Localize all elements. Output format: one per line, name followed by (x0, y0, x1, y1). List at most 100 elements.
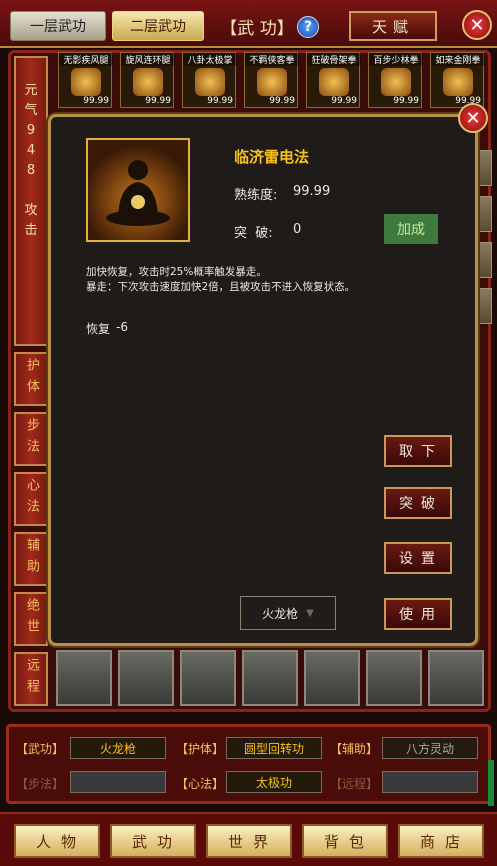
equip-slot-defense[interactable]: 圆型回转功 (226, 737, 322, 759)
empty-skill-slot[interactable] (118, 650, 174, 706)
skill-description: 加快恢复，攻击时25%概率触发暴走。 暴走：下次攻击速度加快2倍，且被攻击不进入… (86, 265, 466, 295)
tab-first-layer[interactable]: 一层武功 (10, 11, 106, 41)
empty-skill-slot[interactable] (242, 650, 298, 706)
meditating-figure-icon (86, 138, 190, 242)
skill-name: 无影疾风腿 (59, 53, 113, 66)
equip-slot-mind[interactable]: 太极功 (226, 771, 322, 793)
fist-icon (257, 68, 287, 96)
equip-slot-assist[interactable]: 八方灵动 (382, 737, 478, 759)
tab-second-layer[interactable]: 二层武功 (112, 11, 204, 41)
skill-value: 99.99 (83, 96, 109, 106)
nav-world[interactable]: 世界 (206, 824, 292, 858)
skill-slot[interactable]: 无影疾风腿 99.99 (58, 52, 113, 108)
sidebar-item-label: 心法 (24, 478, 39, 520)
skill-slot[interactable]: 如来金刚拳 99.99 (430, 52, 485, 108)
effect-label: 恢复 (86, 322, 111, 336)
weapon-select[interactable]: 火龙枪 ▼ (240, 596, 336, 630)
breakthrough-label: 突 破: (234, 226, 273, 241)
equip-slot-label: 【武功】 (16, 742, 65, 756)
empty-skill-slot[interactable] (56, 650, 112, 706)
status-indicator (488, 760, 494, 806)
sidebar-item-assist[interactable]: 辅助 (14, 532, 48, 586)
bonus-button[interactable]: 加成 (384, 214, 438, 244)
sidebar-item-label: 绝世 (24, 598, 39, 640)
weapon-select-value: 火龙枪 (262, 606, 299, 621)
breakthrough-button[interactable]: 突破 (384, 487, 452, 519)
sidebar-char: 气 (24, 103, 38, 118)
skill-name: 如来金刚拳 (431, 53, 485, 66)
skill-name: 八卦太极掌 (183, 53, 237, 66)
equip-slot-footwork[interactable] (70, 771, 166, 793)
settings-button[interactable]: 设置 (384, 542, 452, 574)
sidebar-char: 8 (26, 163, 36, 178)
sidebar-item-attack[interactable]: 元 气 9 4 8 攻 击 (14, 56, 48, 346)
use-button[interactable]: 使用 (384, 598, 452, 630)
skill-name: 旋风连环腿 (121, 53, 175, 66)
hidden-list-edge (478, 242, 492, 278)
skill-name: 百步少林拳 (369, 53, 423, 66)
hidden-list-edge (478, 196, 492, 232)
fist-icon (71, 68, 101, 96)
skill-slot[interactable]: 旋风连环腿 99.99 (120, 52, 175, 108)
hidden-list-edge (478, 288, 492, 324)
page-title: 【武 功】 (220, 18, 294, 39)
skill-value: 99.99 (207, 96, 233, 106)
sidebar-item-label: 护体 (24, 358, 39, 400)
equip-slot-label: 【远程】 (330, 777, 379, 791)
fist-icon (319, 68, 349, 96)
sidebar-item-ranged[interactable]: 远程 (14, 652, 48, 706)
effect-value: -6 (116, 320, 128, 334)
unequip-button[interactable]: 取下 (384, 435, 452, 467)
description-line: 加快恢复，攻击时25%概率触发暴走。 (86, 266, 267, 278)
skill-slot[interactable]: 不羁侠客拳 99.99 (244, 52, 299, 108)
sidebar-item-ultimate[interactable]: 绝世 (14, 592, 48, 646)
skill-value: 99.99 (393, 96, 419, 106)
empty-skill-slot[interactable] (180, 650, 236, 706)
equip-slot-label: 【护体】 (176, 742, 225, 756)
equip-slot-label: 【心法】 (176, 777, 225, 791)
sidebar-char: 攻 (24, 203, 38, 218)
equip-slot-label: 【步法】 (16, 777, 65, 791)
nav-shop[interactable]: 商店 (398, 824, 484, 858)
sidebar-item-mind[interactable]: 心法 (14, 472, 48, 526)
nav-backpack[interactable]: 背包 (302, 824, 388, 858)
equip-slot-attack[interactable]: 火龙枪 (70, 737, 166, 759)
fist-icon (195, 68, 225, 96)
hidden-list-edge (478, 150, 492, 186)
fist-icon (133, 68, 163, 96)
skill-slot[interactable]: 八卦太极掌 99.99 (182, 52, 237, 108)
skill-name: 不羁侠客拳 (245, 53, 299, 66)
skill-value: 99.99 (269, 96, 295, 106)
empty-skill-slot[interactable] (428, 650, 484, 706)
empty-skill-slot[interactable] (366, 650, 422, 706)
sidebar-item-label: 步法 (24, 418, 39, 460)
fist-icon (381, 68, 411, 96)
nav-martial-arts[interactable]: 武功 (110, 824, 196, 858)
skill-value: 99.99 (145, 96, 171, 106)
description-line: 暴走：下次攻击速度加快2倍，且被攻击不进入恢复状态。 (86, 281, 356, 293)
sidebar-item-defense[interactable]: 护体 (14, 352, 48, 406)
sidebar-char: 击 (24, 223, 38, 238)
sidebar-char: 元 (24, 83, 38, 98)
equip-slot-ranged[interactable] (382, 771, 478, 793)
talent-button[interactable]: 天赋 (349, 11, 437, 41)
nav-character[interactable]: 人物 (14, 824, 100, 858)
skill-title: 临济雷电法 (234, 148, 310, 166)
sidebar-item-label: 远程 (24, 658, 39, 700)
skill-slot[interactable]: 百步少林拳 99.99 (368, 52, 423, 108)
empty-skill-slot[interactable] (304, 650, 360, 706)
close-icon[interactable]: ✕ (462, 10, 492, 40)
help-icon[interactable]: ? (297, 16, 319, 38)
fist-icon (443, 68, 473, 96)
sidebar-item-label: 辅助 (24, 538, 39, 580)
sidebar-char: 9 (26, 123, 36, 138)
equip-slot-label: 【辅助】 (330, 742, 379, 756)
chevron-down-icon: ▼ (306, 607, 314, 619)
breakthrough-value: 0 (293, 222, 302, 237)
dialog-close-icon[interactable]: ✕ (458, 103, 488, 133)
sidebar-char: 4 (26, 143, 36, 158)
skill-slot[interactable]: 狂破骨架拳 99.99 (306, 52, 361, 108)
skill-name: 狂破骨架拳 (307, 53, 361, 66)
sidebar-item-footwork[interactable]: 步法 (14, 412, 48, 466)
skill-value: 99.99 (331, 96, 357, 106)
